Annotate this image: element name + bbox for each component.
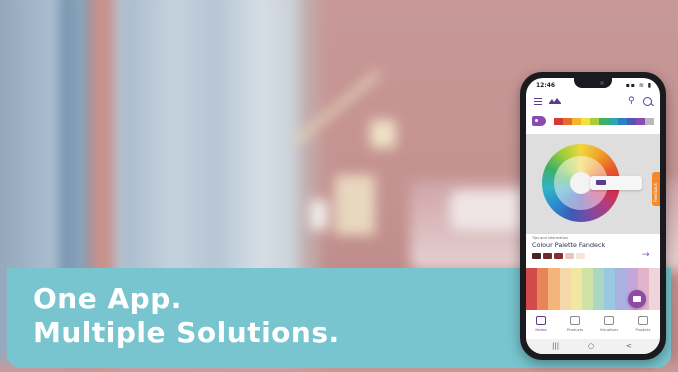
palette-swatch-4 [570,268,582,310]
swatch-7 [617,118,627,125]
color-chip-2 [554,253,563,259]
tab-visualizer-label: Visualizer [599,327,619,332]
info-kicker: Tips and information [532,236,569,240]
swatch-4 [590,118,600,125]
color-tag-icon[interactable] [532,116,546,126]
swatch-1 [563,118,573,125]
headline-line-1: One App. [33,282,182,315]
swatch-3 [581,118,591,125]
pillow [450,190,530,230]
small-ornament [310,200,328,230]
back-button[interactable]: < [626,342,632,350]
signal-icon: ▪▪ ≋ ▮ [625,82,652,89]
tab-visualizer[interactable]: Visualizer [596,312,622,338]
tab-home-label: Home [535,327,547,332]
home-button[interactable]: ○ [588,342,594,350]
palette-swatch-1 [537,268,549,310]
promo-banner-image: One App. Multiple Solutions. 12:46 ▪▪ ≋ … [0,0,678,372]
phone-screen: 12:46 ▪▪ ≋ ▮ ⚲ Feedback Tips and informa… [526,78,660,354]
feedback-label: Feedback [653,182,658,202]
status-time: 12:46 [536,82,556,89]
fandeck-hub [570,172,592,194]
swatch-strip[interactable] [554,118,655,125]
phone-mockup: 12:46 ▪▪ ≋ ▮ ⚲ Feedback Tips and informa… [520,72,666,360]
palette-swatch-2 [548,268,560,310]
app-bar: ⚲ [526,94,660,110]
hamburger-icon[interactable] [534,98,542,106]
palette-swatch-11 [648,268,660,310]
camera-fab-icon [633,296,641,302]
search-icon[interactable] [643,97,652,106]
color-chip-1 [543,253,552,259]
color-chip-4 [576,253,585,259]
picture-frame [335,175,375,235]
bottom-tab-bar: Home Products Visualizer Projects [526,312,660,340]
fandeck-logo [596,180,606,185]
arrow-right-icon[interactable]: → [642,250,650,260]
palette-swatch-3 [559,268,571,310]
color-chips [532,253,587,259]
camera-icon [604,316,614,325]
color-swatch-row [526,116,660,128]
brand-logo [548,97,562,105]
palette-swatch-7 [604,268,616,310]
folder-icon [638,316,648,325]
palette-swatch-8 [615,268,627,310]
camera-fab-button[interactable] [628,290,646,308]
fandeck-card [590,176,642,190]
home-icon [536,316,546,325]
feedback-side-tab[interactable]: Feedback [652,172,660,206]
color-chip-0 [532,253,541,259]
info-title: Colour Palette Fandeck [532,241,606,249]
swatch-0 [554,118,564,125]
headline: One App. Multiple Solutions. [33,282,340,350]
products-icon [570,316,580,325]
swatch-9 [635,118,645,125]
swatch-6 [608,118,618,125]
palette-swatch-5 [581,268,594,310]
tab-products-label: Products [566,327,584,332]
tab-projects-label: Projects [635,327,651,332]
fandeck-hero[interactable]: Feedback [526,134,660,234]
swatch-5 [599,118,609,125]
wall-lamp-head [370,120,396,148]
color-chip-3 [565,253,574,259]
swatch-10 [644,118,655,125]
camera-icon [600,81,604,85]
tab-products[interactable]: Products [562,312,588,338]
tab-home[interactable]: Home [528,312,554,340]
palette-swatch-0 [526,268,538,310]
info-card[interactable]: Tips and information Colour Palette Fand… [526,236,660,266]
phone-notch [574,78,612,88]
recent-apps-button[interactable]: ||| [552,342,559,350]
swatch-2 [572,118,582,125]
tab-projects[interactable]: Projects [630,312,656,338]
headline-line-2: Multiple Solutions. [33,316,340,349]
android-nav-bar: ||| ○ < [526,339,660,354]
location-pin-icon[interactable]: ⚲ [628,96,635,106]
palette-swatch-6 [593,268,605,310]
swatch-8 [626,118,636,125]
